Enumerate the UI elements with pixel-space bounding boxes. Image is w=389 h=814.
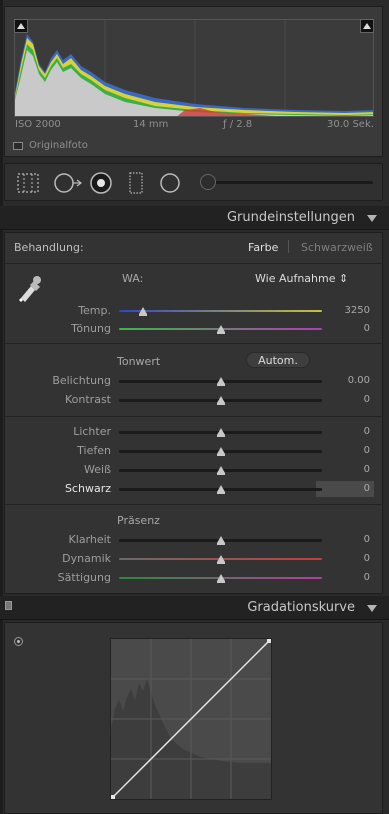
slider-thumb[interactable] (216, 536, 225, 545)
divider (5, 504, 382, 505)
tool-strip (4, 163, 383, 201)
divider (5, 416, 382, 417)
tone-curve-title: Gradationskurve (247, 600, 355, 615)
slider-thumb[interactable] (216, 396, 225, 405)
slider-thumb[interactable] (216, 377, 225, 386)
highlight-clipping-button[interactable] (360, 19, 374, 33)
basic-panel-header[interactable]: Grundeinstellungen (0, 206, 389, 230)
slider-value[interactable]: 0 (324, 445, 370, 456)
graduated-filter-icon[interactable] (126, 172, 146, 194)
slider-value[interactable]: 0.00 (324, 375, 370, 386)
basic-panel: Behandlung: Farbe Schwarzweiß WA: Wie Au… (4, 232, 383, 594)
exif-shutter: 30.0 Sek. (327, 119, 374, 130)
slider-thumb[interactable] (216, 466, 225, 475)
white-balance-eyedropper-icon[interactable] (15, 270, 43, 304)
slider-value[interactable]: 0 (324, 464, 370, 475)
slider-value[interactable]: 0 (324, 553, 370, 564)
treatment-bw-option[interactable]: Schwarzweiß (301, 241, 373, 254)
slider-label: Sättigung (57, 571, 111, 584)
radial-filter-icon[interactable] (158, 172, 182, 194)
original-photo-toggle[interactable]: Originalfoto (13, 140, 88, 151)
slider-thumb[interactable] (216, 428, 225, 437)
slider-label: Dynamik (62, 552, 111, 565)
tone-group-label: Tonwert (117, 355, 161, 368)
slider-label: Tönung (71, 322, 111, 335)
exif-aperture: ƒ / 2.8 (223, 119, 253, 130)
divider (5, 343, 382, 344)
slider-value[interactable]: 0 (324, 394, 370, 405)
basic-panel-title: Grundeinstellungen (226, 210, 355, 225)
slider-value[interactable]: 0 (324, 426, 370, 437)
tone-curve-panel-header[interactable]: Gradationskurve (0, 596, 389, 620)
slider-label: Lichter (73, 425, 111, 438)
histogram[interactable] (14, 19, 374, 117)
original-photo-checkbox[interactable] (13, 141, 23, 150)
panel-toggle-switch[interactable] (5, 601, 12, 610)
slider-thumb[interactable] (139, 307, 148, 316)
slider-value[interactable]: 0 (324, 534, 370, 545)
adjustment-brush-icon[interactable] (200, 174, 216, 190)
treatment-color-option[interactable]: Farbe (248, 241, 278, 254)
slider-label: Schwarz (64, 482, 111, 495)
slider-label: Tiefen (77, 444, 111, 457)
slider-thumb[interactable] (216, 555, 225, 564)
white-balance-select[interactable]: Wie Aufnahme ⇕ (255, 272, 348, 285)
treatment-divider (288, 240, 289, 253)
slider-thumb[interactable] (216, 574, 225, 583)
original-photo-label: Originalfoto (29, 140, 88, 151)
exif-focal-length: 14 mm (133, 119, 169, 130)
exif-iso: ISO 2000 (15, 119, 61, 130)
auto-tone-button[interactable]: Autom. (246, 352, 310, 368)
collapse-triangle-icon[interactable] (367, 605, 377, 612)
slider-label: Kontrast (65, 393, 111, 406)
white-balance-label: WA: (122, 272, 144, 285)
shadow-clipping-button[interactable] (14, 19, 28, 33)
tone-curve-graph[interactable] (110, 638, 272, 800)
slider-value[interactable]: 0 (324, 572, 370, 583)
slider-thumb[interactable] (216, 447, 225, 456)
panel-left-edge (0, 0, 3, 814)
slider-value[interactable]: 0 (324, 483, 370, 494)
slider-thumb[interactable] (216, 325, 225, 334)
slider-thumb[interactable] (216, 485, 225, 494)
divider (5, 263, 382, 264)
tone-curve-panel (4, 622, 383, 814)
targeted-adjustment-icon[interactable] (14, 637, 23, 646)
slider-label: Belichtung (52, 374, 111, 387)
slider-label: Klarheit (68, 533, 111, 546)
slider-value[interactable]: 0 (324, 323, 370, 334)
crop-overlay-icon[interactable] (16, 172, 40, 194)
collapse-triangle-icon[interactable] (367, 215, 377, 222)
slider-label: Temp. (78, 304, 111, 317)
brush-size-track[interactable] (205, 181, 373, 184)
slider-label: Weiß (84, 463, 111, 476)
slider-track[interactable] (119, 310, 322, 312)
spot-removal-icon[interactable] (53, 172, 83, 194)
presence-group-label: Präsenz (117, 514, 160, 527)
histogram-panel: ISO 2000 14 mm ƒ / 2.8 30.0 Sek. Origina… (4, 6, 383, 157)
slider-value[interactable]: 3250 (324, 305, 370, 316)
red-eye-icon[interactable] (89, 172, 113, 194)
treatment-label: Behandlung: (14, 241, 84, 254)
